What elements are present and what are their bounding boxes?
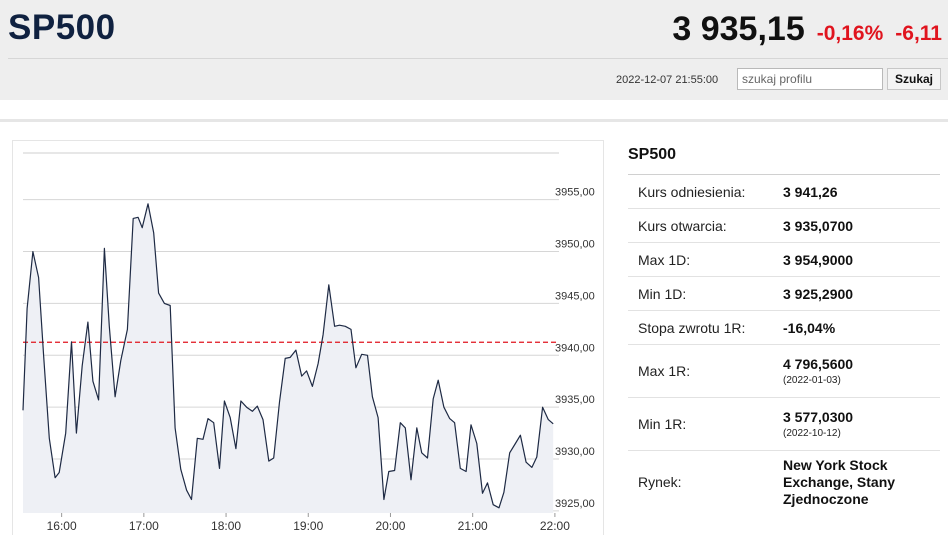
- info-label: Kurs odniesienia:: [628, 174, 783, 209]
- last-price: 3 935,15: [672, 10, 805, 48]
- y-tick-label: 3935,00: [555, 394, 595, 406]
- info-row-open: Kurs otwarcia: 3 935,0700: [628, 208, 940, 243]
- quote-header: SP500 3 935,15 -0,16% -6,11 2022-12-07 2…: [0, 0, 948, 100]
- info-label: Max 1D:: [628, 242, 783, 277]
- y-tick-label: 3930,00: [555, 446, 595, 458]
- info-table: Kurs odniesienia: 3 941,26 Kurs otwarcia…: [628, 174, 940, 515]
- header-divider: [8, 58, 948, 59]
- price-row: 3 935,15 -0,16% -6,11: [672, 10, 942, 49]
- x-tick-label: 17:00: [129, 519, 159, 533]
- x-tick-label: 19:00: [293, 519, 323, 533]
- y-tick-label: 3950,00: [555, 239, 595, 251]
- info-row-min-1y: Min 1R: 3 577,0300 (2022-10-12): [628, 397, 940, 451]
- info-label: Stopa zwrotu 1R:: [628, 310, 783, 345]
- change-absolute: -6,11: [895, 22, 942, 45]
- y-tick-label: 3940,00: [555, 342, 595, 354]
- intraday-chart: 3925,00 3930,00 3935,00 3940,00 3945,00 3950,…: [22, 152, 595, 533]
- x-tick-label: 18:00: [211, 519, 241, 533]
- info-row-market: Rynek: New York Stock Exchange, Stany Zj…: [628, 450, 940, 515]
- intraday-chart-container: 3925,00 3930,00 3935,00 3940,00 3945,00 3950,…: [12, 140, 604, 535]
- info-value: 4 796,5600 (2022-01-03): [783, 344, 940, 398]
- search-profile-input[interactable]: [737, 68, 883, 90]
- info-value-main: 4 796,5600: [783, 356, 854, 372]
- section-separator: [0, 119, 948, 122]
- info-row-min-1d: Min 1D: 3 925,2900: [628, 276, 940, 311]
- info-value: New York Stock Exchange, Stany Zjednoczo…: [783, 450, 940, 515]
- info-value: 3 925,2900: [783, 276, 940, 311]
- info-row-max-1y: Max 1R: 4 796,5600 (2022-01-03): [628, 344, 940, 398]
- info-label: Min 1R:: [628, 397, 783, 451]
- info-value-date: (2022-01-03): [783, 375, 841, 386]
- info-label: Rynek:: [628, 450, 783, 515]
- instrument-title: SP500: [8, 8, 116, 47]
- info-value-date: (2022-10-12): [783, 428, 841, 439]
- y-tick-label: 3945,00: [555, 290, 595, 302]
- y-tick-label: 3925,00: [555, 498, 595, 510]
- info-value: 3 935,0700: [783, 208, 940, 243]
- x-tick-label: 20:00: [375, 519, 405, 533]
- x-tick-label: 16:00: [47, 519, 77, 533]
- info-label: Max 1R:: [628, 344, 783, 398]
- quote-timestamp: 2022-12-07 21:55:00: [616, 74, 719, 86]
- change-percent: -0,16%: [816, 22, 884, 45]
- info-label: Kurs otwarcia:: [628, 208, 783, 243]
- info-row-max-1d: Max 1D: 3 954,9000: [628, 242, 940, 277]
- info-row-reference: Kurs odniesienia: 3 941,26: [628, 174, 940, 209]
- info-value: 3 941,26: [783, 174, 940, 209]
- info-value-main: 3 577,0300: [783, 409, 854, 425]
- instrument-info-panel: SP500 Kurs odniesienia: 3 941,26 Kurs ot…: [628, 140, 940, 515]
- info-value: 3 954,9000: [783, 242, 940, 277]
- x-tick-label: 22:00: [540, 519, 570, 533]
- info-value: 3 577,0300 (2022-10-12): [783, 397, 940, 451]
- search-button[interactable]: Szukaj: [887, 68, 941, 90]
- info-row-return-1y: Stopa zwrotu 1R: -16,04%: [628, 310, 940, 345]
- y-tick-label: 3955,00: [555, 187, 595, 199]
- info-value: -16,04%: [783, 310, 940, 345]
- info-label: Min 1D:: [628, 276, 783, 311]
- x-tick-label: 21:00: [458, 519, 488, 533]
- panel-title: SP500: [628, 146, 677, 163]
